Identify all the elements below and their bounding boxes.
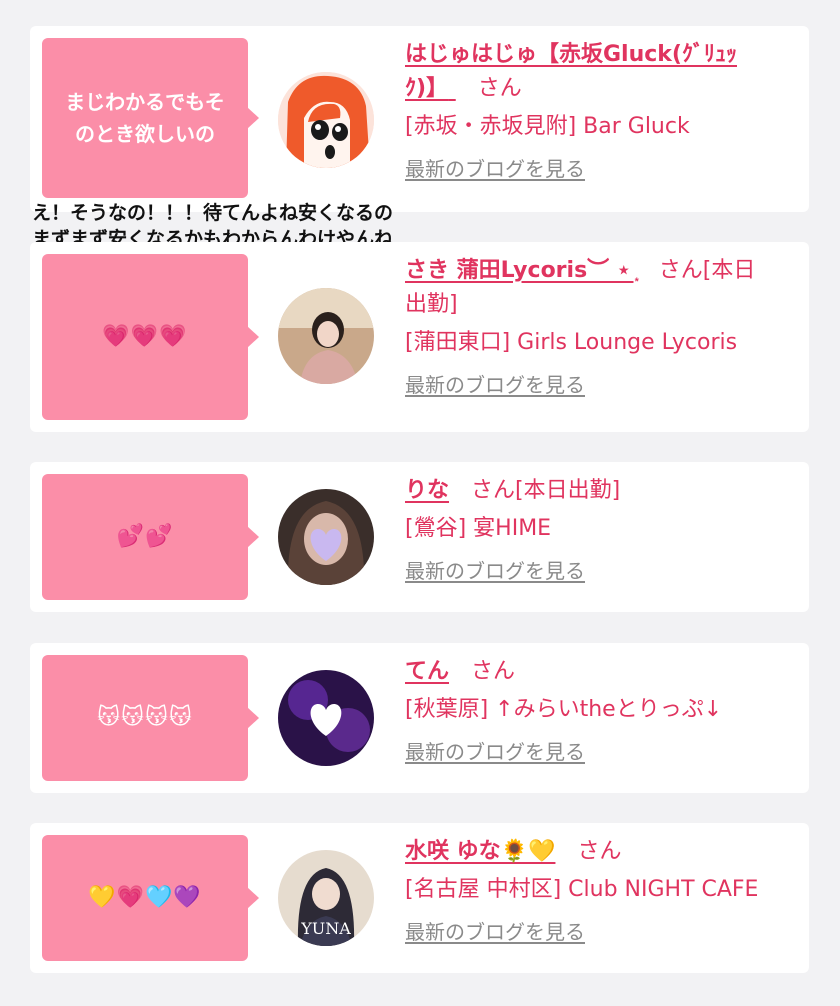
latest-blog-link[interactable]: 最新のブログを見る (405, 154, 585, 184)
name-line: さき 蒲田Lycoris︶ ⋆ ͙ さん[本日 出勤] (405, 254, 789, 322)
blog-card: 😽😽😽😽 てん さん [秋葉原] ↑みらいtheとりっぷ↓ 最新のブログを見る (30, 643, 809, 793)
message-bubble: まじわかるでもそ のとき欲しいの (42, 38, 259, 198)
status-label: 出勤] (405, 292, 458, 317)
status-label: [本日出勤] (515, 478, 621, 503)
message-bubble: 💕💕 (42, 474, 259, 600)
message-bubble: 😽😽😽😽 (42, 655, 259, 781)
card-info: 水咲 ゆな🌻💛 さん [名古屋 中村区] Club NIGHT CAFE 最新のブ… (405, 835, 789, 947)
latest-blog-link[interactable]: 最新のブログを見る (405, 556, 585, 586)
name-line: てん さん (405, 655, 789, 689)
latest-blog-link[interactable]: 最新のブログを見る (405, 917, 585, 947)
cartoon-girl-icon (278, 72, 374, 168)
card-info: てん さん [秋葉原] ↑みらいtheとりっぷ↓ 最新のブログを見る (405, 655, 789, 767)
status-label: [本日 (702, 258, 756, 283)
avatar[interactable] (278, 670, 374, 766)
blog-card: 💛💗🩵💜 YUNA 水咲 ゆな🌻💛 さん [名古屋 中村区] Club NIGHT… (30, 823, 809, 973)
shop-info: [鶯谷] 宴HIME (405, 516, 552, 541)
message-text: 💕💕 (116, 524, 174, 549)
honorific: さん (577, 839, 622, 864)
cast-name-link[interactable]: てん (405, 659, 449, 684)
message-text: のとき欲しいの (74, 122, 215, 146)
message-text: まじわかるでもそ (65, 90, 225, 114)
message-bubble: 💛💗🩵💜 (42, 835, 259, 961)
avatar[interactable] (278, 288, 374, 384)
profile-photo-icon: YUNA (278, 850, 374, 946)
cast-name-part: ｸ)】 (405, 76, 449, 101)
honorific: さん (477, 76, 522, 101)
blog-card: 💗💗💗 さき 蒲田Lycoris︶ ⋆ ͙ さん[本日 出勤] [蒲田東口] Gi… (30, 242, 809, 432)
card-info: はじゅはじゅ【赤坂Gluck(ｸﾞﾘｭｯ ｸ)】 さん [赤坂・赤坂見附] Ba… (405, 38, 789, 184)
honorific: さん (471, 478, 516, 503)
shop-info: [秋葉原] ↑みらいtheとりっぷ↓ (405, 697, 723, 722)
avatar[interactable] (278, 489, 374, 585)
message-bubble: 💗💗💗 (42, 254, 259, 420)
latest-blog-link[interactable]: 最新のブログを見る (405, 370, 585, 400)
card-info: りな さん[本日出勤] [鶯谷] 宴HIME 最新のブログを見る (405, 474, 789, 586)
profile-photo-icon (278, 288, 374, 384)
cast-name-link[interactable]: りな (405, 478, 449, 503)
shop-info: [名古屋 中村区] Club NIGHT CAFE (405, 877, 759, 902)
profile-photo-icon (278, 489, 374, 585)
message-text: 💛💗🩵💜 (88, 885, 202, 910)
honorific: さん (471, 659, 516, 684)
name-line: りな さん[本日出勤] (405, 474, 789, 508)
avatar-caption: YUNA (300, 919, 351, 938)
overlay-comment-line: え！そうなの！！！待てんよね安くなるの (32, 202, 394, 224)
blog-card: まじわかるでもそ のとき欲しいの はじゅはじゅ【赤坂Gluck(ｸﾞﾘｭｯ ｸ)… (30, 26, 809, 212)
latest-blog-link[interactable]: 最新のブログを見る (405, 737, 585, 767)
name-line: はじゅはじゅ【赤坂Gluck(ｸﾞﾘｭｯ ｸ)】 さん (405, 38, 789, 106)
honorific: さん (658, 258, 703, 283)
message-text: 😽😽😽😽 (97, 705, 193, 730)
profile-photo-icon (278, 670, 374, 766)
card-info: さき 蒲田Lycoris︶ ⋆ ͙ さん[本日 出勤] [蒲田東口] Girls … (405, 254, 789, 400)
cast-name-link[interactable]: 水咲 ゆな🌻💛 (405, 839, 555, 864)
shop-info: [蒲田東口] Girls Lounge Lycoris (405, 330, 738, 355)
blog-card: 💕💕 りな さん[本日出勤] [鶯谷] 宴HIME 最新のブログを見る (30, 462, 809, 612)
cast-name-part: はじゅはじゅ【赤坂Gluck(ｸﾞﾘｭｯ (405, 42, 737, 67)
name-line: 水咲 ゆな🌻💛 さん (405, 835, 789, 869)
shop-info: [赤坂・赤坂見附] Bar Gluck (405, 114, 690, 139)
avatar[interactable]: YUNA (278, 850, 374, 946)
cast-name-link[interactable]: さき 蒲田Lycoris︶ ⋆ ͙ (405, 258, 637, 283)
message-text: 💗💗💗 (102, 324, 188, 349)
cast-name-link[interactable]: はじゅはじゅ【赤坂Gluck(ｸﾞﾘｭｯ ｸ)】 (405, 42, 737, 101)
avatar[interactable] (278, 72, 374, 168)
